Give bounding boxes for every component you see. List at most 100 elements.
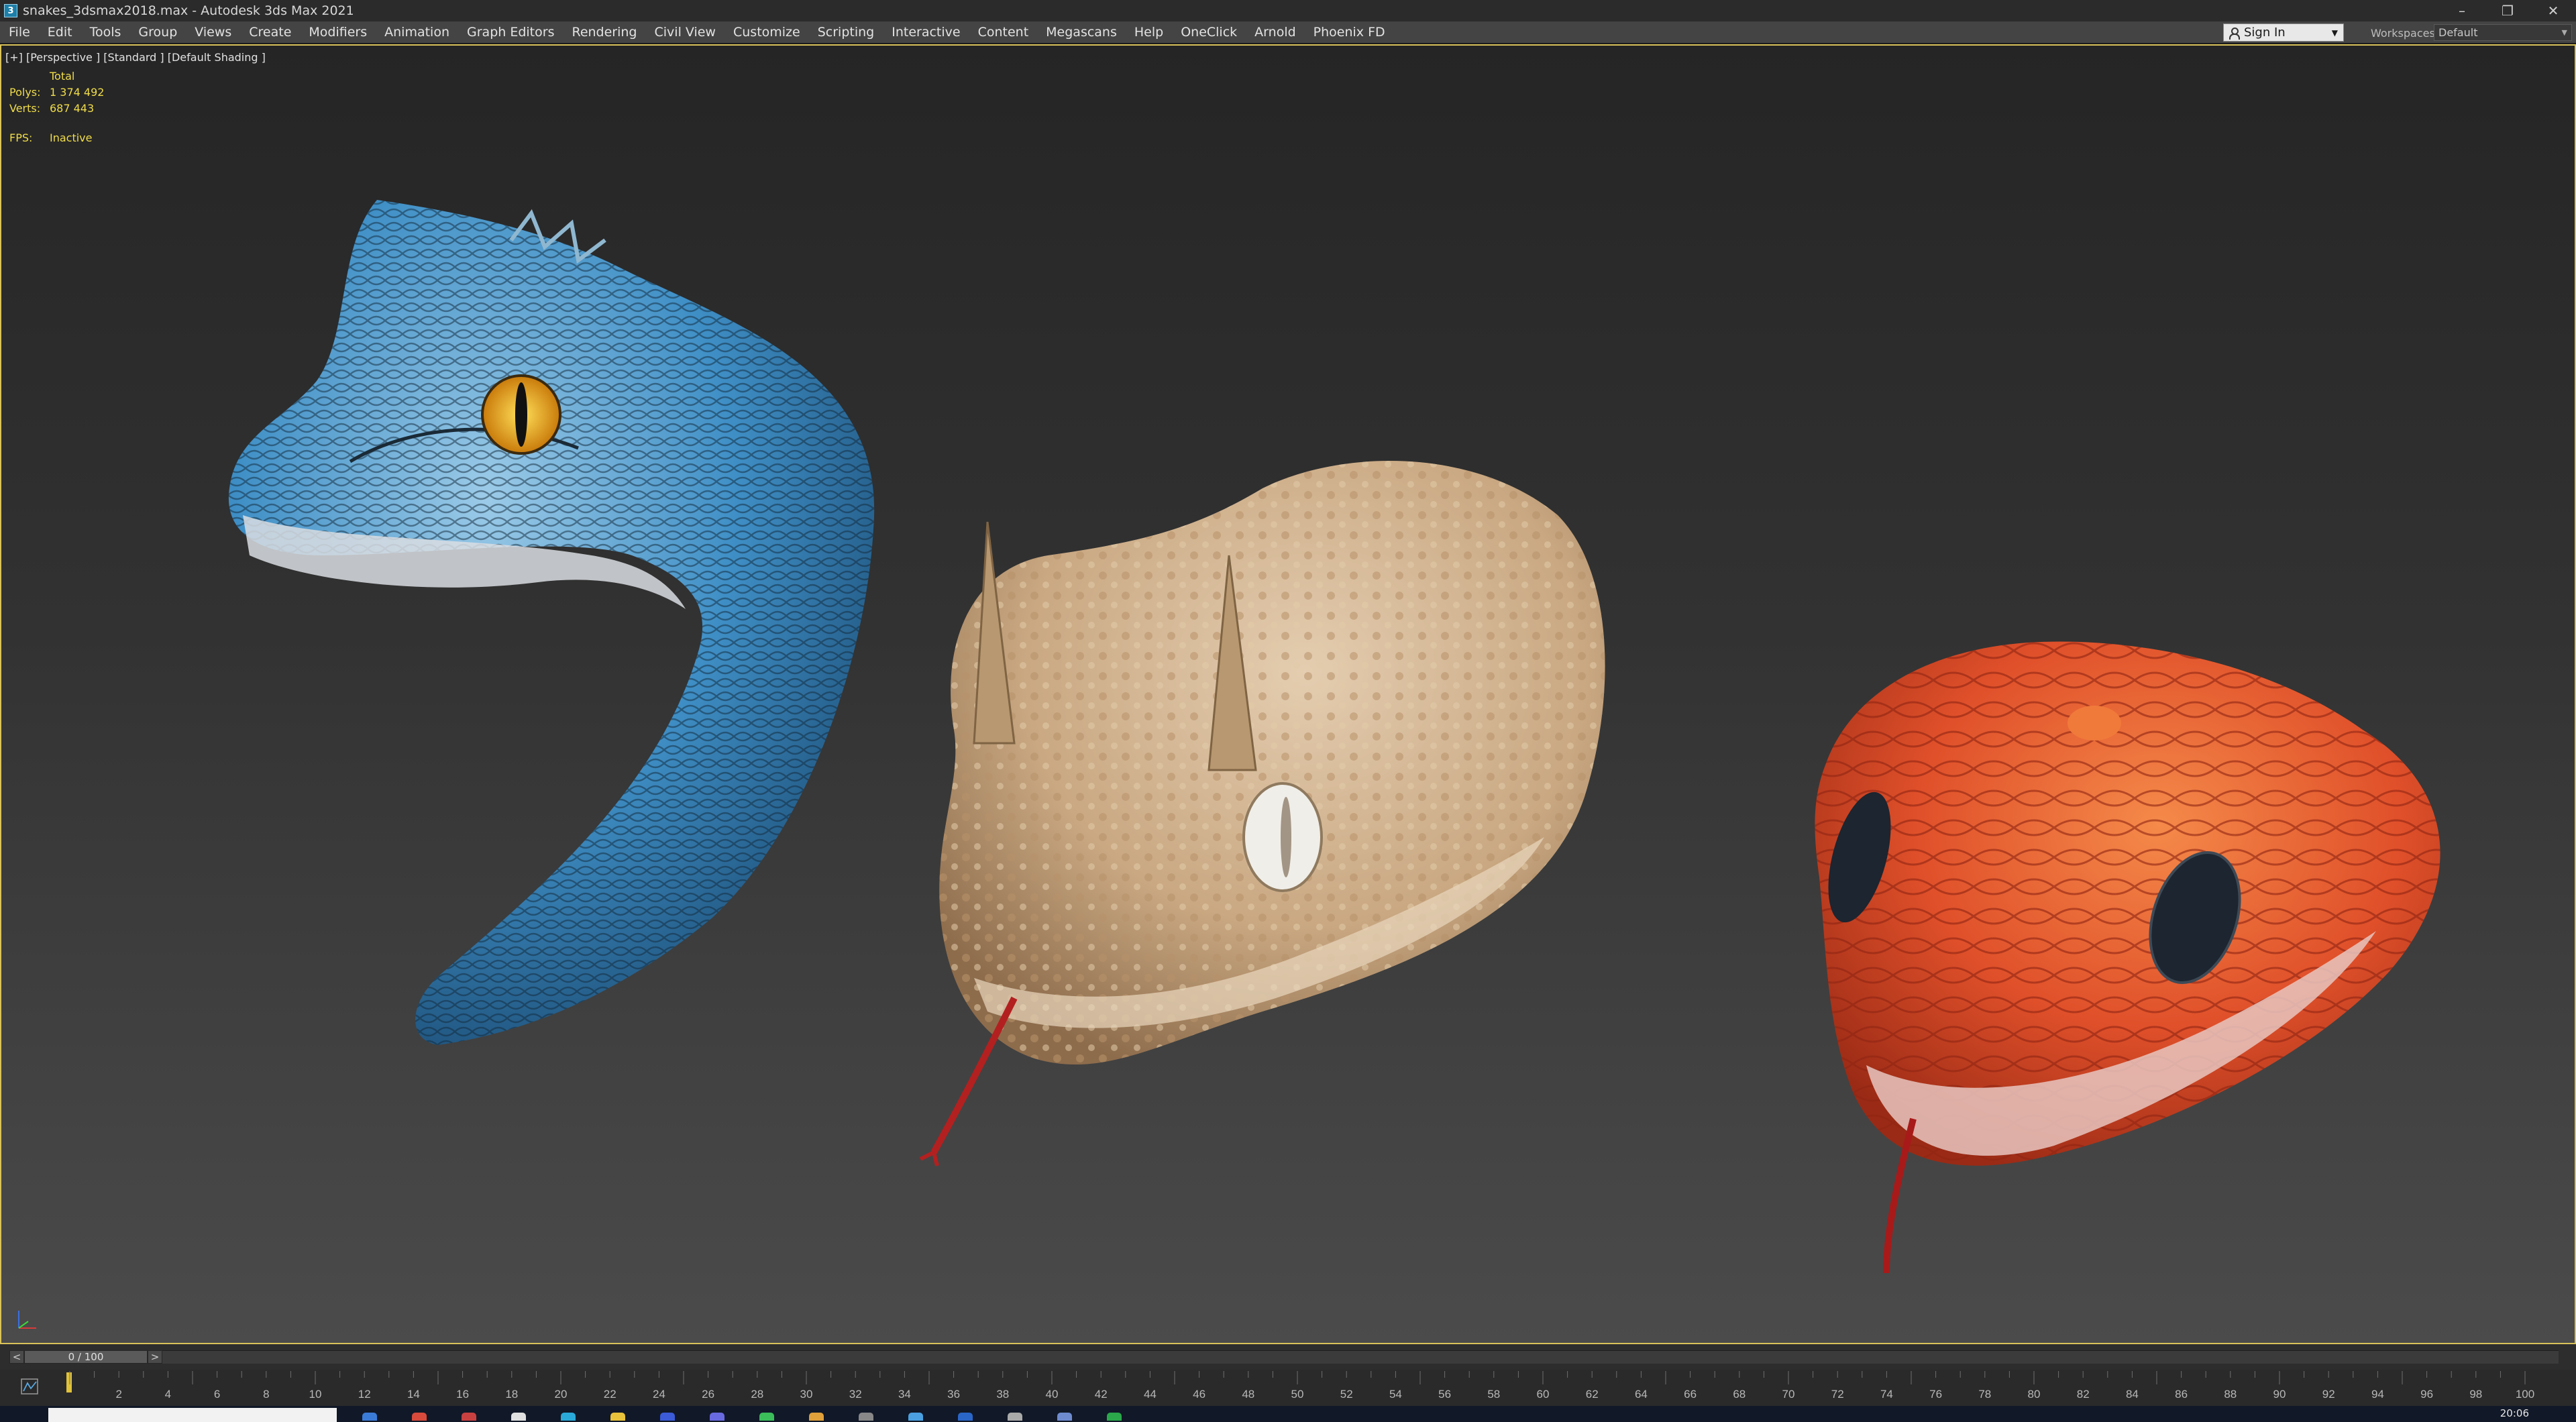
restore-button[interactable]: ❐: [2485, 0, 2530, 21]
prev-frame-button[interactable]: <: [9, 1350, 24, 1364]
menu-create[interactable]: Create: [240, 25, 300, 40]
taskbar-icons: [362, 1413, 1157, 1421]
frame-tick-label: 16: [456, 1388, 469, 1401]
frame-tick-label: 84: [2126, 1388, 2139, 1401]
taskbar-clock[interactable]: 20:06: [2500, 1407, 2529, 1419]
taskbar-app-icon[interactable]: [1107, 1413, 1122, 1421]
menu-content[interactable]: Content: [969, 25, 1038, 40]
frame-tick-label: 96: [2420, 1388, 2433, 1401]
frame-tick-label: 22: [604, 1388, 616, 1401]
menu-oneclick[interactable]: OneClick: [1172, 25, 1246, 40]
frame-tick-label: 70: [1782, 1388, 1795, 1401]
taskbar-app-icon[interactable]: [511, 1413, 526, 1421]
menu-rendering[interactable]: Rendering: [563, 25, 645, 40]
frame-tick-label: 94: [2371, 1388, 2384, 1401]
menu-bar: File Edit Tools Group Views Create Modif…: [0, 21, 2576, 43]
axis-tripod-icon: [18, 1311, 36, 1329]
user-icon: [2228, 27, 2240, 40]
window-controls: – ❐ ✕: [2439, 0, 2576, 21]
time-slider: < 0 / 100 >: [0, 1344, 2576, 1370]
title-bar: 3 snakes_3dsmax2018.max - Autodesk 3ds M…: [0, 0, 2576, 21]
frame-tick-label: 56: [1438, 1388, 1451, 1401]
perspective-viewport[interactable]: [+] [Perspective ] [Standard ] [Default …: [0, 44, 2576, 1344]
taskbar-app-icon[interactable]: [412, 1413, 427, 1421]
verts-label: Verts:: [9, 102, 41, 115]
menu-phoenix-fd[interactable]: Phoenix FD: [1305, 25, 1394, 40]
next-frame-button[interactable]: >: [148, 1350, 162, 1364]
frame-tick-label: 78: [1978, 1388, 1991, 1401]
menu-modifiers[interactable]: Modifiers: [300, 25, 376, 40]
taskbar-app-icon[interactable]: [462, 1413, 476, 1421]
menu-megascans[interactable]: Megascans: [1037, 25, 1126, 40]
taskbar-app-icon[interactable]: [610, 1413, 625, 1421]
menu-tools[interactable]: Tools: [81, 25, 130, 40]
frame-tick-label: 14: [407, 1388, 420, 1401]
horned-viper-head-model[interactable]: [919, 461, 1605, 1166]
menu-graph-editors[interactable]: Graph Editors: [458, 25, 563, 40]
fps-label: FPS:: [9, 131, 33, 144]
scene-render: [228, 200, 2440, 1274]
viewport-label-menu[interactable]: [+] [Perspective ] [Standard ] [Default …: [5, 51, 266, 64]
time-slider-track[interactable]: [9, 1350, 2559, 1364]
taskbar-app-icon[interactable]: [362, 1413, 377, 1421]
menu-file[interactable]: File: [0, 25, 39, 40]
frame-tick-label: 26: [702, 1388, 714, 1401]
menu-help[interactable]: Help: [1126, 25, 1172, 40]
menu-interactive[interactable]: Interactive: [883, 25, 969, 40]
frame-tick-label: 12: [358, 1388, 371, 1401]
taskbar-app-icon[interactable]: [809, 1413, 824, 1421]
blue-viper-head-model[interactable]: [228, 200, 875, 1045]
frame-tick-label: 60: [1537, 1388, 1550, 1401]
frame-ruler[interactable]: 2 4 6 8 10 12 14 16 18 20 22 24 26 28 30 32 34 36 38 40 42 44…: [62, 1370, 2544, 1406]
menu-views[interactable]: Views: [186, 25, 240, 40]
chevron-down-icon: ▼: [2331, 28, 2338, 38]
time-slider-thumb[interactable]: 0 / 100: [24, 1350, 148, 1364]
frame-tick-label: 38: [996, 1388, 1009, 1401]
frame-tick-label: 90: [2273, 1388, 2286, 1401]
frame-tick-label: 28: [751, 1388, 763, 1401]
frame-tick-label: 10: [309, 1388, 322, 1401]
menu-group[interactable]: Group: [129, 25, 186, 40]
taskbar-app-icon[interactable]: [958, 1413, 973, 1421]
frame-tick-label: 36: [947, 1388, 960, 1401]
taskbar-app-icon[interactable]: [759, 1413, 774, 1421]
frame-tick-label: 86: [2175, 1388, 2188, 1401]
frame-tick-label: 92: [2322, 1388, 2335, 1401]
menu-customize[interactable]: Customize: [724, 25, 809, 40]
3dsmax-app-icon[interactable]: 3: [4, 4, 17, 17]
fps-value: Inactive: [50, 131, 93, 144]
polys-value: 1 374 492: [50, 86, 105, 99]
taskbar-app-icon[interactable]: [1057, 1413, 1072, 1421]
frame-tick-label: 82: [2077, 1388, 2090, 1401]
frame-tick-label: 88: [2224, 1388, 2237, 1401]
frame-tick-label: 72: [1831, 1388, 1844, 1401]
menu-edit[interactable]: Edit: [39, 25, 81, 40]
frame-tick-label: 74: [1880, 1388, 1893, 1401]
taskbar-app-icon[interactable]: [660, 1413, 675, 1421]
sign-in-dropdown[interactable]: Sign In ▼: [2223, 23, 2344, 42]
frame-tick-label: 66: [1684, 1388, 1697, 1401]
frame-tick-label: 20: [555, 1388, 568, 1401]
taskbar-search-input[interactable]: [48, 1408, 337, 1422]
verts-value: 687 443: [50, 102, 95, 115]
track-bar[interactable]: 2 4 6 8 10 12 14 16 18 20 22 24 26 28 30 32 34 36 38 40 42 44…: [0, 1370, 2576, 1406]
close-button[interactable]: ✕: [2530, 0, 2576, 21]
workspace-select[interactable]: Default ▼: [2434, 24, 2572, 41]
frame-tick-label: 100: [2516, 1388, 2534, 1401]
statistics-overlay: Total Polys: 1 374 492 Verts: 687 443: [9, 68, 104, 117]
frame-tick-label: 58: [1487, 1388, 1500, 1401]
curve-editor-icon[interactable]: [20, 1376, 40, 1397]
frame-tick-label: 48: [1242, 1388, 1254, 1401]
menu-animation[interactable]: Animation: [376, 25, 458, 40]
taskbar-app-icon[interactable]: [710, 1413, 724, 1421]
frame-tick-label: 98: [2469, 1388, 2482, 1401]
menu-civil-view[interactable]: Civil View: [646, 25, 724, 40]
red-snake-head-model[interactable]: [1815, 641, 2440, 1274]
menu-scripting[interactable]: Scripting: [809, 25, 883, 40]
taskbar-app-icon[interactable]: [1008, 1413, 1022, 1421]
taskbar-app-icon[interactable]: [561, 1413, 576, 1421]
taskbar-app-icon[interactable]: [908, 1413, 923, 1421]
menu-arnold[interactable]: Arnold: [1246, 25, 1304, 40]
taskbar-app-icon[interactable]: [859, 1413, 873, 1421]
minimize-button[interactable]: –: [2439, 0, 2485, 21]
